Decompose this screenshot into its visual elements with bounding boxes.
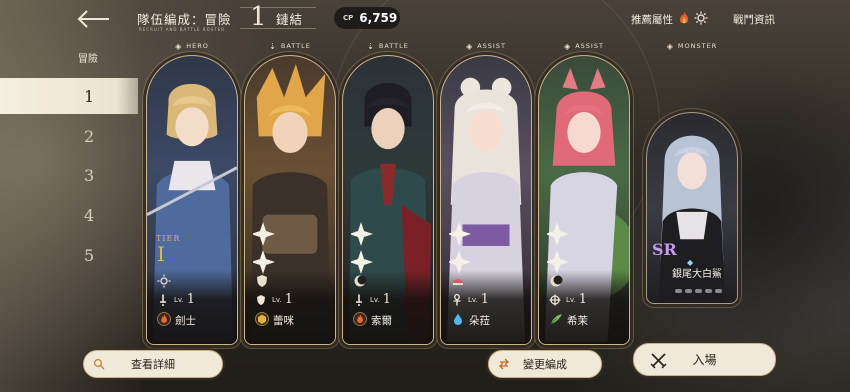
assist-role-icon: ◈ [564, 41, 572, 51]
empty-slot-diamonds-icon [449, 222, 471, 274]
change-formation-label: 變更編成 [523, 358, 567, 371]
crossed-swords-icon [650, 353, 667, 369]
assist-role-icon: ◈ [466, 41, 474, 51]
battle-role-icon: ⇣ [269, 41, 277, 51]
level-display: Lv. 1 [272, 292, 294, 307]
view-details-label: 查看詳細 [131, 358, 175, 371]
screen-subtitle: RECRUIT AND BATTLE ROSTER [139, 27, 226, 32]
view-details-button[interactable]: 查看詳細 [83, 350, 223, 378]
star-dot [685, 289, 692, 293]
fire-element-icon [157, 312, 171, 326]
team-tab-5[interactable]: 5 [0, 237, 138, 273]
empty-slot-diamonds-icon [547, 222, 569, 274]
card-role-tag: ⇣ BATTLE [269, 41, 311, 51]
moon-icon [550, 275, 563, 287]
character-card-hero[interactable]: TIER I Lv. 1 劍士 [146, 55, 238, 345]
character-card-assist-2[interactable]: Lv. 1 希茉 [538, 55, 630, 345]
enter-battle-button[interactable]: 入場 [633, 343, 776, 376]
wind-element-icon [550, 314, 562, 325]
card-role-tag: ◈ ASSIST [466, 41, 506, 51]
character-name: 劍士 [175, 315, 196, 327]
character-name: 索爾 [371, 315, 392, 327]
recommended-attribute-label[interactable]: 推薦屬性 [631, 12, 673, 27]
sword-icon [257, 295, 265, 305]
ankh-icon [453, 294, 461, 306]
star-dot [705, 289, 712, 293]
level-display: Lv. 1 [468, 292, 490, 307]
left-panel-backdrop [0, 0, 140, 392]
level-display: Lv. 1 [566, 292, 588, 307]
card-role-tag: ◈ MONSTER [666, 41, 718, 51]
character-name: 朵菈 [469, 315, 490, 327]
cross-orb-icon [549, 294, 561, 306]
empty-slot-diamonds-icon [253, 222, 275, 274]
sun-icon [157, 274, 171, 288]
star-dot [675, 289, 682, 293]
cp-display: CP 6,759 [334, 7, 400, 29]
hero-role-icon: ◈ [175, 41, 183, 51]
level-display: Lv. 1 [370, 292, 392, 307]
monster-role-icon: ◈ [666, 41, 674, 51]
fire-element-icon [353, 312, 367, 326]
team-tab-1[interactable]: 1 [0, 78, 138, 114]
search-icon [93, 358, 105, 370]
moon-icon [354, 275, 367, 287]
battle-role-icon: ⇣ [367, 41, 375, 51]
water-element-icon [454, 313, 462, 325]
battle-info-button[interactable]: 戰鬥資訊 [733, 12, 775, 27]
character-card-battle-1[interactable]: Lv. 1 蕾咪 [244, 55, 336, 345]
rarity-badge: SR [652, 240, 677, 259]
team-tab-3[interactable]: 3 [0, 157, 138, 193]
cp-label: CP [343, 14, 354, 22]
fire-icon [679, 12, 689, 24]
dome-icon [453, 279, 463, 285]
sun-icon [694, 11, 708, 25]
card-role-tag: ◈ HERO [175, 41, 209, 51]
sword-icon [356, 294, 362, 306]
team-tab-4[interactable]: 4 [0, 197, 138, 233]
monster-name: 銀尾大白鯊 [672, 269, 722, 280]
sword-icon [160, 294, 166, 306]
cp-value: 6,759 [359, 11, 398, 25]
screen-title: 隊伍編成：冒險 [137, 12, 232, 27]
back-arrow-icon [77, 10, 109, 28]
star-dots [675, 289, 722, 293]
star-dot [715, 289, 722, 293]
card-role-tag: ◈ ASSIST [564, 41, 604, 51]
change-formation-button[interactable]: 變更編成 [488, 350, 602, 378]
character-card-assist-1[interactable]: Lv. 1 朵菈 [440, 55, 532, 345]
level-display: Lv. 1 [174, 292, 196, 307]
shield-icon [257, 275, 267, 287]
mode-label: 冒險 [78, 54, 98, 65]
card-role-tag: ⇣ BATTLE [367, 41, 409, 51]
team-tab-2[interactable]: 2 [0, 118, 138, 154]
earth-element-icon [255, 312, 269, 326]
back-button[interactable] [74, 6, 114, 32]
character-card-battle-2[interactable]: Lv. 1 索爾 [342, 55, 434, 345]
empty-slot-diamonds-icon [351, 222, 373, 274]
swap-icon [499, 358, 509, 370]
character-name: 蕾咪 [273, 315, 294, 327]
team-number[interactable]: 1 [250, 2, 267, 32]
character-name: 希茉 [567, 315, 588, 327]
tier-value: I [157, 242, 165, 266]
monster-card[interactable]: SR ◆ 銀尾大白鯊 [646, 112, 738, 304]
star-dot [695, 289, 702, 293]
chain-label[interactable]: 鏈結 [276, 9, 303, 28]
enter-battle-label: 入場 [692, 353, 717, 367]
